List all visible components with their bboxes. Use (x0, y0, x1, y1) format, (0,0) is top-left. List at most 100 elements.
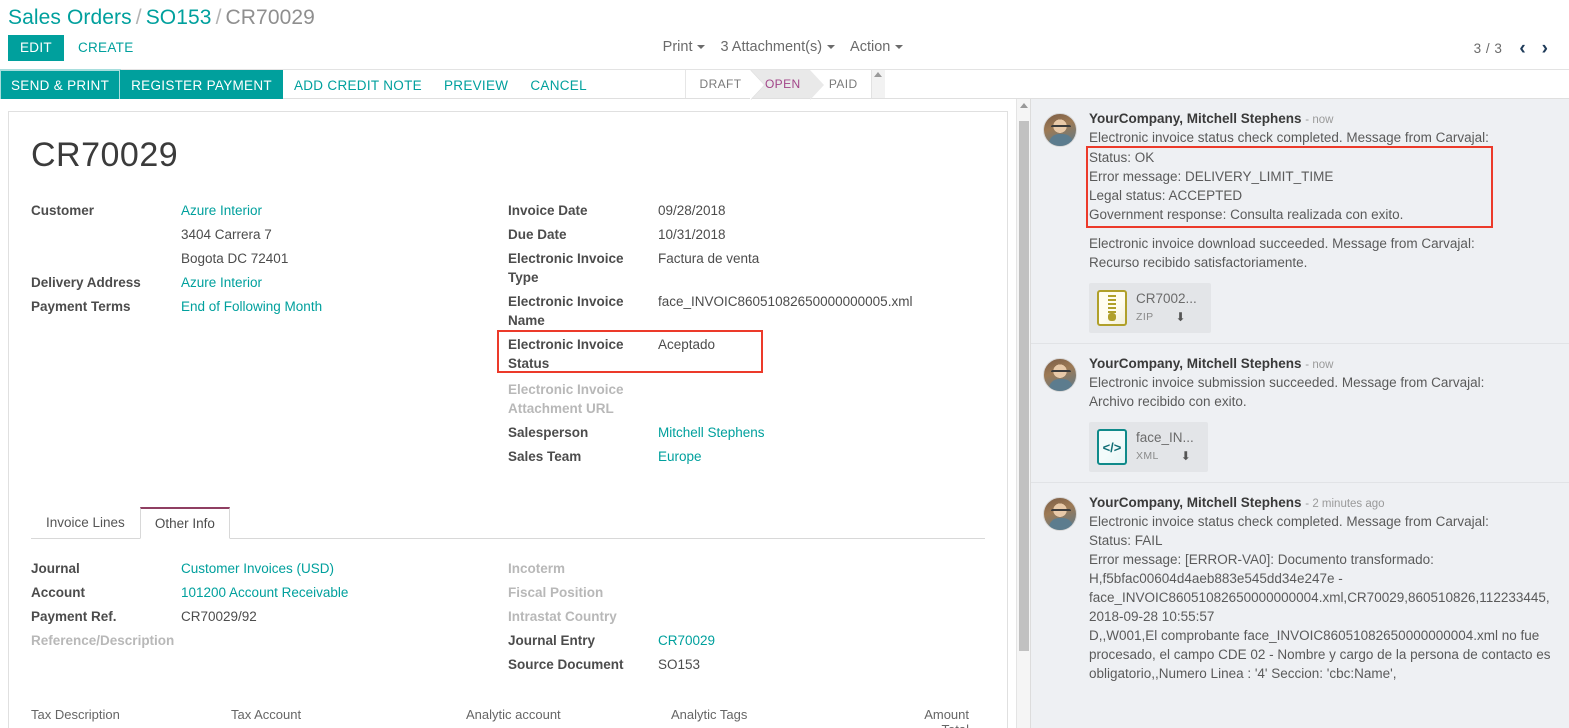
field-payment-ref: Payment Ref. CR70029/92 (31, 607, 508, 626)
field-account: Account 101200 Account Receivable (31, 583, 508, 602)
field-label: Salesperson (508, 425, 589, 440)
print-dropdown-label: Print (662, 39, 693, 55)
form-main-groups: Customer Azure Interior 3404 Carrera 7 B… (31, 201, 985, 471)
field-payment-terms: Payment Terms End of Following Month (31, 297, 508, 316)
field-value-account[interactable]: 101200 Account Receivable (181, 583, 348, 602)
breadcrumb-separator: / (215, 6, 222, 29)
message-text: Electronic invoice status check complete… (1089, 512, 1557, 683)
field-label: Customer (31, 203, 95, 218)
field-invoice-date: Invoice Date 09/28/2018 (508, 201, 985, 220)
message-line: face_INVOIC86051082650000000004.xml,CR70… (1089, 590, 1550, 624)
field-source-document: Source Document SO153 (508, 655, 985, 674)
form-scrollbar-thumb[interactable] (1019, 121, 1029, 651)
form-area: CR70029 Customer Azure Interior 3404 Car… (0, 99, 1016, 728)
field-label: Source Document (508, 657, 624, 672)
message-author: YourCompany, Mitchell Stephens (1089, 495, 1302, 510)
avatar (1043, 358, 1077, 392)
field-label: Fiscal Position (508, 585, 604, 600)
field-label: Incoterm (508, 561, 566, 576)
register-payment-button[interactable]: REGISTER PAYMENT (120, 70, 283, 100)
field-electronic-invoice-type: Electronic Invoice Type Factura de venta (508, 249, 985, 287)
field-value-source-document: SO153 (658, 657, 701, 672)
field-value-sales-team[interactable]: Europe (658, 447, 702, 466)
field-label: Due Date (508, 227, 567, 242)
field-value-electronic-invoice-name: face_INVOIC86051082650000000005.xml (658, 294, 913, 309)
field-value-due-date: 10/31/2018 (658, 227, 726, 242)
chatter-message: YourCompany, Mitchell Stephens - 2 minut… (1031, 483, 1569, 693)
message-text: Electronic invoice submission succeeded.… (1089, 373, 1557, 411)
field-value-delivery-address[interactable]: Azure Interior (181, 273, 262, 292)
chevron-up-icon[interactable] (1020, 103, 1028, 108)
field-label: Electronic Invoice Status (508, 337, 624, 371)
form-scrollbar[interactable] (1016, 99, 1030, 728)
notebook-tabs: Invoice Lines Other Info (31, 507, 985, 539)
download-icon[interactable]: ⬇ (1176, 310, 1186, 325)
tab-invoice-lines[interactable]: Invoice Lines (31, 507, 140, 539)
chevron-down-icon (827, 45, 836, 50)
add-credit-note-button[interactable]: ADD CREDIT NOTE (283, 70, 433, 100)
field-label: Journal (31, 561, 80, 576)
highlighted-response-block: Status: OK Error message: DELIVERY_LIMIT… (1086, 146, 1557, 228)
statusbar-scroll-up[interactable] (870, 70, 885, 98)
field-value-customer[interactable]: Azure Interior (181, 201, 262, 220)
attachments-dropdown[interactable]: 3 Attachment(s) (714, 37, 844, 57)
field-salesperson: Salesperson Mitchell Stephens (508, 423, 985, 442)
column-header-analytic-tags: Analytic Tags (671, 707, 748, 722)
status-action-bar: SEND & PRINT REGISTER PAYMENT ADD CREDIT… (0, 69, 1569, 101)
control-panel: Sales Orders / SO153/CR70029 EDIT CREATE P… (0, 0, 1569, 69)
breadcrumb-item-so153[interactable]: SO153 (146, 6, 212, 29)
chatter-message: YourCompany, Mitchell Stephens - now Ele… (1031, 344, 1569, 483)
chevron-up-icon (874, 72, 882, 77)
message-line: Electronic invoice submission succeeded.… (1089, 375, 1485, 390)
chatter-message: YourCompany, Mitchell Stephens - now Ele… (1031, 99, 1569, 344)
edit-button[interactable]: EDIT (8, 35, 64, 61)
download-icon[interactable]: ⬇ (1181, 449, 1191, 464)
message-line: Error message: [ERROR-VA0]: Documento tr… (1089, 552, 1434, 567)
pager-next-icon[interactable]: › (1535, 39, 1555, 58)
message-line: Electronic invoice status check complete… (1089, 514, 1489, 529)
message-line: Archivo recibido con exito. (1089, 394, 1247, 409)
table-header-row: Tax Description Tax Account Analytic acc… (31, 701, 985, 728)
field-due-date: Due Date 10/31/2018 (508, 225, 985, 244)
stage-draft[interactable]: DRAFT (686, 70, 765, 100)
form-sheet: CR70029 Customer Azure Interior 3404 Car… (8, 111, 1008, 728)
create-button[interactable]: CREATE (70, 35, 142, 61)
attachment-xml[interactable]: </> face_IN... XML ⬇ (1089, 422, 1208, 472)
action-dropdown[interactable]: Action (844, 37, 912, 57)
pager-previous-icon[interactable]: ‹ (1512, 39, 1532, 58)
breadcrumb-item-current: CR70029 (225, 6, 315, 29)
field-journal-entry: Journal Entry CR70029 (508, 631, 985, 650)
attachment-zip[interactable]: CR7002... ZIP ⬇ (1089, 283, 1211, 333)
other-info-left: Journal Customer Invoices (USD) Account … (31, 559, 508, 679)
field-label: Reference/Description (31, 633, 175, 648)
field-value-invoice-date: 09/28/2018 (658, 203, 726, 218)
field-value-customer-street: 3404 Carrera 7 (181, 227, 272, 242)
control-panel-dropdowns: Print 3 Attachment(s) Action (0, 37, 1569, 57)
breadcrumb-item-sales-orders[interactable]: Sales Orders (8, 6, 132, 29)
field-value-salesperson[interactable]: Mitchell Stephens (658, 423, 765, 442)
send-and-print-button[interactable]: SEND & PRINT (0, 69, 122, 101)
field-value-payment-terms[interactable]: End of Following Month (181, 297, 322, 316)
tax-totals-table: Tax Description Tax Account Analytic acc… (31, 701, 985, 728)
preview-button[interactable]: PREVIEW (433, 70, 519, 100)
message-line: Status: FAIL (1089, 533, 1163, 548)
field-customer: Customer Azure Interior (31, 201, 508, 220)
odoo-invoice-form-page: Sales Orders / SO153/CR70029 EDIT CREATE P… (0, 0, 1569, 728)
message-body: YourCompany, Mitchell Stephens - now Ele… (1086, 111, 1557, 333)
cancel-button[interactable]: CANCEL (519, 70, 598, 100)
field-value-electronic-invoice-type: Factura de venta (658, 251, 760, 266)
form-scroll-container: CR70029 Customer Azure Interior 3404 Car… (0, 99, 1016, 728)
message-line: D,,W001,El comprobante face_INVOIC860510… (1089, 628, 1551, 681)
message-line: Recurso recibido satisfactoriamente. (1089, 255, 1308, 270)
page-title: CR70029 (31, 136, 179, 174)
message-body: YourCompany, Mitchell Stephens - now Ele… (1089, 356, 1557, 472)
field-value-journal[interactable]: Customer Invoices (USD) (181, 559, 334, 578)
print-dropdown[interactable]: Print (657, 37, 715, 57)
tab-other-info[interactable]: Other Info (139, 507, 230, 539)
avatar (1043, 497, 1077, 531)
field-value-journal-entry[interactable]: CR70029 (658, 631, 715, 650)
field-fiscal-position: Fiscal Position (508, 583, 985, 602)
field-intrastat-country: Intrastat Country (508, 607, 985, 626)
status-flow: DRAFT OPEN PAID (684, 70, 871, 100)
column-header-tax-account: Tax Account (231, 707, 302, 722)
